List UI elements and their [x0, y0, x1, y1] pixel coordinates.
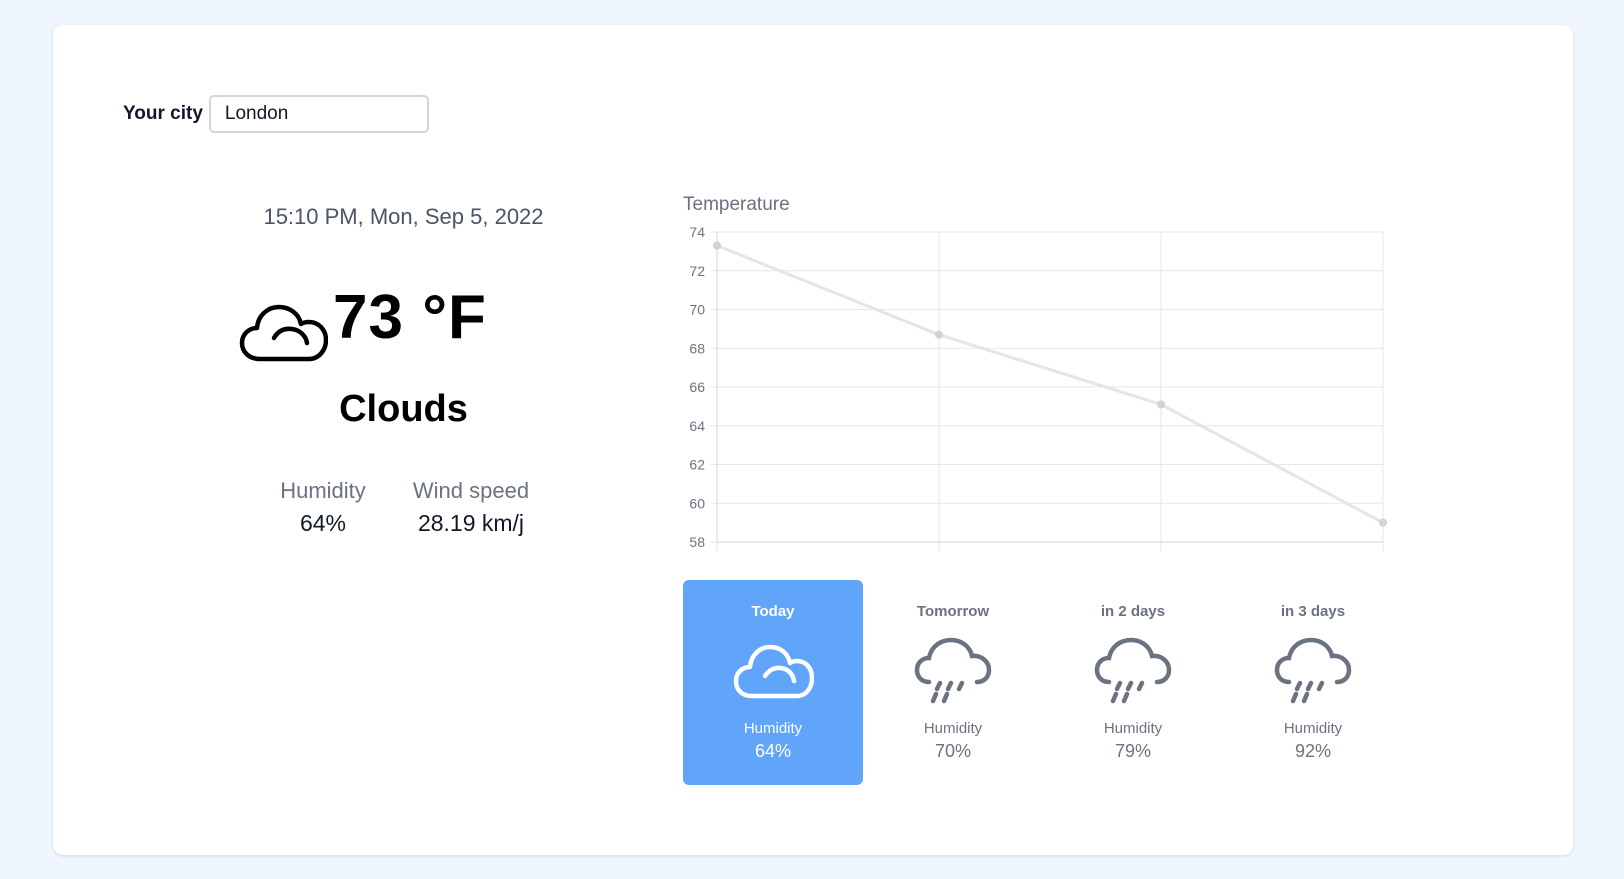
y-tick-label: 62: [689, 457, 705, 473]
forecast-humidity-label: Humidity: [923, 720, 983, 737]
city-label: Your city: [123, 103, 203, 124]
data-point: [935, 330, 943, 339]
wind-stat: Wind speed 28.19 km/j: [400, 478, 542, 537]
y-tick-label: 58: [689, 534, 705, 550]
forecast-card-tomorrow[interactable]: Tomorrow Humidity 70%: [863, 580, 1043, 785]
forecast-humidity-value: 79%: [1114, 741, 1152, 761]
current-condition: Clouds: [339, 388, 468, 430]
wind-label: Wind speed: [412, 478, 530, 503]
forecast-day: in 3 days: [1280, 603, 1346, 620]
forecast-card-in-3-days[interactable]: in 3 days Humidity 92%: [1223, 580, 1403, 785]
forecast-card-today[interactable]: Today Humidity 64%: [683, 580, 863, 785]
temperature-chart: 74 72 70 68 66 64 62 60 58: [689, 224, 1387, 552]
forecast-day: Tomorrow: [916, 603, 990, 620]
city-input[interactable]: [208, 95, 429, 133]
temperature-line: [716, 244, 1384, 524]
forecast-day: Today: [751, 603, 795, 620]
current-datetime: 15:10 PM, Mon, Sep 5, 2022: [263, 204, 544, 229]
y-tick-label: 60: [689, 495, 705, 511]
cloud-icon: [239, 304, 328, 362]
forecast-humidity-value: 70%: [934, 741, 972, 761]
y-tick-label: 68: [689, 340, 705, 356]
humidity-value: 64%: [299, 510, 347, 536]
rain-icon: [1094, 637, 1172, 704]
rain-icon: [914, 637, 992, 704]
humidity-label: Humidity: [280, 478, 366, 503]
forecast-humidity-label: Humidity: [743, 720, 803, 737]
y-tick-label: 66: [689, 379, 705, 395]
data-point: [713, 241, 721, 250]
city-search: Your city: [123, 95, 429, 133]
y-tick-label: 72: [689, 263, 705, 279]
rain-icon: [1274, 637, 1352, 704]
y-tick-label: 70: [689, 302, 705, 318]
y-tick-label: 74: [689, 224, 705, 240]
forecast-humidity-value: 92%: [1294, 741, 1332, 761]
y-tick-label: 64: [689, 418, 705, 434]
forecast-day: in 2 days: [1100, 603, 1166, 620]
forecast-humidity-label: Humidity: [1103, 720, 1163, 737]
forecast-card-in-2-days[interactable]: in 2 days Humidity 79%: [1043, 580, 1223, 785]
cloud-icon: [733, 644, 814, 699]
wind-value: 28.19 km/j: [417, 510, 525, 536]
data-point: [1379, 518, 1387, 527]
current-temperature: 73 °F: [333, 283, 487, 352]
humidity-stat: Humidity 64%: [268, 478, 378, 537]
data-point: [1157, 400, 1165, 409]
forecast-humidity-value: 64%: [754, 741, 792, 761]
forecast-humidity-label: Humidity: [1283, 720, 1343, 737]
